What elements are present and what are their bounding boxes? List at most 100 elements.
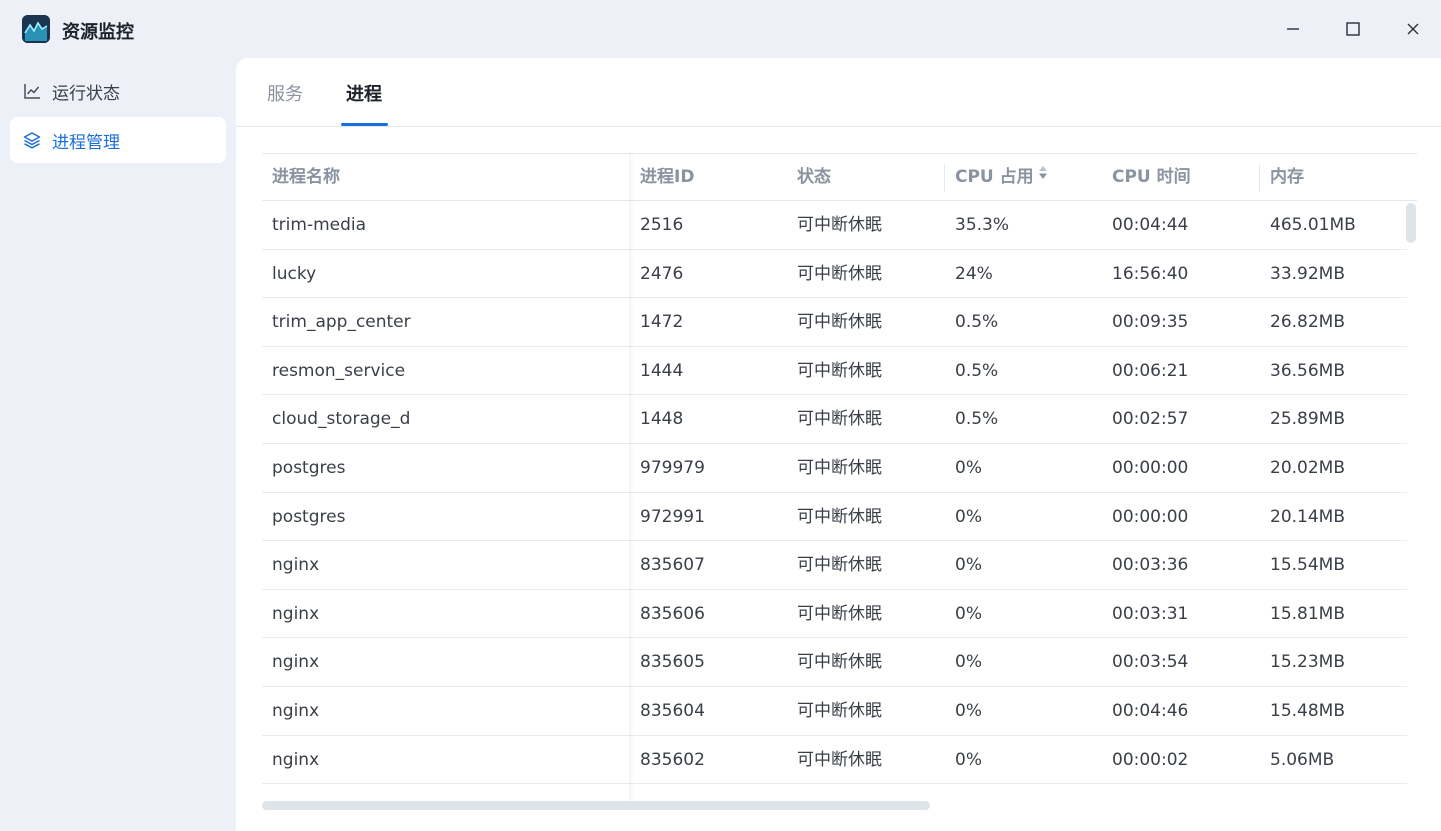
cell-state: 可中断休眠 <box>797 409 882 430</box>
cell-cpu-usage: 0.5% <box>955 409 999 430</box>
column-header-cpu-usage-label: CPU 占用 <box>955 167 1034 187</box>
cell-process-name: postgres <box>272 506 346 527</box>
cell-pid: 835607 <box>640 555 705 576</box>
cell-cpu-usage: 0% <box>955 555 982 576</box>
sidebar-item-process-management[interactable]: 进程管理 <box>10 117 226 163</box>
column-header-pid[interactable]: 进程ID <box>630 154 787 200</box>
table-row[interactable]: lucky 2476 可中断休眠 24% 16:56:40 33.92MB <box>262 250 1407 299</box>
cell-state: 可中断休眠 <box>797 312 882 333</box>
cell-process-name: trim-media <box>272 215 367 235</box>
line-chart-icon <box>23 82 41 100</box>
cell-pid: 2516 <box>640 215 684 235</box>
cell-state: 可中断休眠 <box>797 700 882 721</box>
cell-state: 可中断休眠 <box>797 360 882 381</box>
cell-memory: 26.82MB <box>1270 312 1345 333</box>
maximize-button[interactable] <box>1338 14 1368 44</box>
cell-state: 可中断休眠 <box>797 652 882 673</box>
column-header-cpu-time[interactable]: CPU 时间 <box>1102 154 1259 200</box>
cell-cpu-usage: 0.5% <box>955 312 999 333</box>
cell-pid: 979979 <box>640 457 705 478</box>
cell-cpu-usage: 35.3% <box>955 215 1010 235</box>
cell-process-name: nginx <box>272 700 320 721</box>
cell-cpu-time: 00:06:21 <box>1112 360 1189 381</box>
cell-memory: 15.48MB <box>1270 700 1345 721</box>
table-row[interactable]: postgres 979979 可中断休眠 0% 00:00:00 20.02M… <box>262 444 1407 493</box>
cell-state: 可中断休眠 <box>797 555 882 576</box>
cell-process-name: nginx <box>272 603 320 624</box>
cell-cpu-usage: 0% <box>955 506 982 527</box>
sidebar-item-label: 运行状态 <box>52 83 120 104</box>
cell-memory: 25.89MB <box>1270 409 1345 430</box>
cell-pid: 835604 <box>640 700 705 721</box>
cell-process-name: resmon_service <box>272 360 406 381</box>
table-row[interactable]: nginx 835606 可中断休眠 0% 00:03:31 15.81MB <box>262 590 1407 639</box>
tab-services[interactable]: 服务 <box>267 80 303 106</box>
cell-cpu-time: 00:03:36 <box>1112 555 1189 576</box>
cell-memory: 15.81MB <box>1270 603 1345 624</box>
table-row[interactable]: cloud_storage_d 1448 可中断休眠 0.5% 00:02:57… <box>262 395 1407 444</box>
cell-state: 可中断休眠 <box>797 603 882 624</box>
close-button[interactable] <box>1398 14 1428 44</box>
cell-state: 可中断休眠 <box>797 457 882 478</box>
cell-process-name: nginx <box>272 555 320 576</box>
column-header-state[interactable]: 状态 <box>787 154 944 200</box>
cell-memory: 20.14MB <box>1270 506 1345 527</box>
table-row[interactable]: resmon_service 1444 可中断休眠 0.5% 00:06:21 … <box>262 347 1407 396</box>
table-row[interactable]: nginx 835607 可中断休眠 0% 00:03:36 15.54MB <box>262 541 1407 590</box>
cell-pid: 835605 <box>640 652 705 673</box>
column-header-cpu-usage[interactable]: CPU 占用 <box>945 154 1102 200</box>
cell-cpu-time: 16:56:40 <box>1112 263 1189 284</box>
minimize-button[interactable] <box>1278 14 1308 44</box>
cell-cpu-usage: 24% <box>955 263 993 284</box>
table-row[interactable]: trim_app_center 1472 可中断休眠 0.5% 00:09:35… <box>262 298 1407 347</box>
column-header-process-name[interactable]: 进程名称 <box>262 154 629 200</box>
sidebar-item-status[interactable]: 运行状态 <box>10 68 226 114</box>
cell-cpu-time: 00:04:44 <box>1112 215 1189 235</box>
cell-pid: 1448 <box>640 409 684 430</box>
process-table: 进程名称 进程ID 状态 CPU 占用 CPU 时间 内存 trim-media… <box>262 153 1417 803</box>
cell-pid: 835606 <box>640 603 705 624</box>
cell-memory: 33.92MB <box>1270 263 1345 284</box>
cell-state: 可中断休眠 <box>797 506 882 527</box>
cell-memory: 465.01MB <box>1270 215 1356 235</box>
cell-pid: 1472 <box>640 312 684 333</box>
cell-pid: 972991 <box>640 506 705 527</box>
cell-cpu-time: 00:00:00 <box>1112 506 1189 527</box>
cell-state: 可中断休眠 <box>797 215 882 235</box>
sort-icon[interactable] <box>1038 153 1048 198</box>
table-row[interactable]: nginx 835602 可中断休眠 0% 00:00:02 5.06MB <box>262 736 1407 785</box>
layers-icon <box>23 131 41 149</box>
cell-memory: 15.54MB <box>1270 555 1345 576</box>
table-row[interactable]: nginx 835605 可中断休眠 0% 00:03:54 15.23MB <box>262 638 1407 687</box>
cell-process-name: lucky <box>272 263 317 284</box>
cell-process-name: nginx <box>272 652 320 673</box>
cell-cpu-time: 00:04:46 <box>1112 700 1189 721</box>
cell-cpu-time: 00:09:35 <box>1112 312 1189 333</box>
tab-bar: 服务 进程 <box>236 58 1441 127</box>
cell-cpu-time: 00:03:54 <box>1112 652 1189 673</box>
cell-pid: 1444 <box>640 360 684 381</box>
vertical-scrollbar[interactable] <box>1406 203 1416 243</box>
column-header-memory[interactable]: 内存 <box>1260 154 1417 200</box>
cell-cpu-usage: 0% <box>955 700 982 721</box>
table-row[interactable]: trim-media 2516 可中断休眠 35.3% 00:04:44 465… <box>262 201 1407 250</box>
table-header: 进程名称 进程ID 状态 CPU 占用 CPU 时间 内存 <box>262 153 1417 201</box>
cell-cpu-time: 00:00:00 <box>1112 457 1189 478</box>
cell-cpu-usage: 0% <box>955 652 982 673</box>
table-row[interactable]: nginx 835604 可中断休眠 0% 00:04:46 15.48MB <box>262 687 1407 736</box>
cell-state: 可中断休眠 <box>797 263 882 284</box>
horizontal-scrollbar[interactable] <box>262 801 930 810</box>
cell-pid: 2476 <box>640 263 684 284</box>
cell-cpu-time: 00:03:31 <box>1112 603 1189 624</box>
sidebar-item-label: 进程管理 <box>52 132 120 153</box>
cell-cpu-usage: 0% <box>955 749 982 770</box>
cell-memory: 15.23MB <box>1270 652 1345 673</box>
app-title: 资源监控 <box>62 22 134 43</box>
cell-process-name: nginx <box>272 749 320 770</box>
cell-cpu-usage: 0% <box>955 457 982 478</box>
resource-monitor-app-icon <box>22 15 50 43</box>
table-body: trim-media 2516 可中断休眠 35.3% 00:04:44 465… <box>262 201 1407 785</box>
maximize-icon <box>1346 22 1360 36</box>
table-row[interactable]: postgres 972991 可中断休眠 0% 00:00:00 20.14M… <box>262 493 1407 542</box>
tab-processes[interactable]: 进程 <box>346 80 382 106</box>
